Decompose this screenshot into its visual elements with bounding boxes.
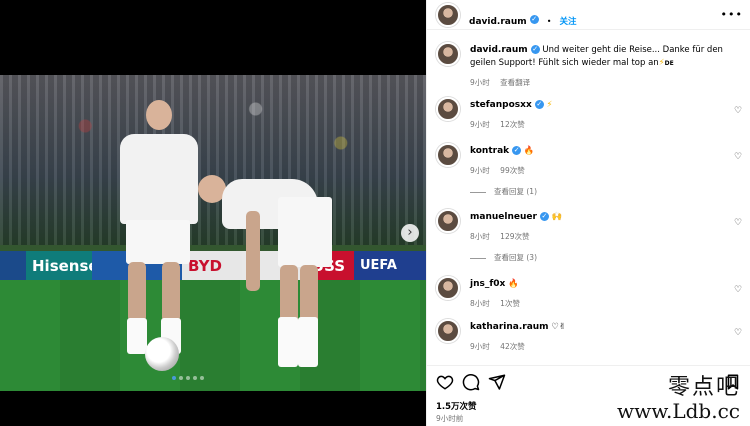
carousel-dot — [186, 376, 190, 380]
avatar[interactable] — [436, 209, 460, 233]
flag-de: DE — [664, 60, 674, 67]
post-media-pane: Hisense BYD USS UEFA EUR — [0, 0, 426, 426]
carousel-dot — [172, 376, 176, 380]
avatar[interactable] — [436, 276, 460, 300]
comment-likes[interactable]: 1次赞 — [500, 299, 520, 308]
comment-time: 9小时 — [470, 120, 490, 129]
comment-username[interactable]: kontrak — [470, 146, 509, 156]
view-replies-link[interactable]: 查看回复 (3) — [470, 252, 537, 263]
comment-likes[interactable]: 99次赞 — [500, 166, 525, 175]
comment-emoji: ♡✌ — [551, 322, 567, 332]
comment-username[interactable]: stefanposxx — [470, 100, 532, 110]
translate-link[interactable]: 查看翻译 — [500, 78, 530, 87]
post-header: david.raum ✓ • 关注 ••• — [427, 0, 750, 30]
player-bending — [196, 167, 346, 377]
comment-time: 9小时 — [470, 342, 490, 351]
player-standing — [110, 100, 210, 370]
like-heart-icon[interactable]: ♡ — [733, 152, 743, 162]
comment-likes[interactable]: 129次赞 — [500, 232, 529, 241]
like-heart-icon[interactable] — [436, 373, 454, 391]
view-replies-link[interactable]: 查看回复 (1) — [470, 186, 537, 197]
post-side-panel: david.raum ✓ • 关注 ••• david.raum ✓ Und wei… — [426, 0, 750, 426]
comment-emoji: 🙌 — [551, 212, 563, 222]
carousel-dot — [179, 376, 183, 380]
comment-time: 8小时 — [470, 232, 490, 241]
watermark: 零点吧 www.Ldb.cc — [617, 375, 740, 423]
comment-bubble-icon[interactable] — [462, 373, 480, 391]
comment-username[interactable]: manuelneuer — [470, 212, 537, 222]
chevron-right-icon[interactable]: › — [401, 224, 419, 242]
comment-time: 9小时 — [470, 166, 490, 175]
avatar[interactable] — [436, 143, 460, 167]
like-heart-icon[interactable]: ♡ — [733, 285, 743, 295]
watermark-cn: 零点吧 — [667, 375, 740, 400]
likes-count[interactable]: 1.5万次赞 — [436, 400, 477, 412]
comment-emoji: 🔥 — [508, 279, 519, 289]
comment-username[interactable]: katharina.raum — [470, 322, 549, 332]
ad-board-hisense: Hisense — [26, 251, 99, 281]
avatar[interactable] — [436, 319, 460, 343]
comment-time: 8小时 — [470, 299, 490, 308]
carousel-dot — [200, 376, 204, 380]
comments-list: david.raum ✓ Und weiter geht die Reise...… — [427, 30, 750, 365]
verified-badge-icon: ✓ — [539, 212, 549, 221]
avatar[interactable] — [436, 3, 460, 27]
ad-board-edge — [0, 251, 26, 281]
avatar[interactable] — [436, 42, 460, 66]
share-paper-plane-icon[interactable] — [488, 373, 506, 391]
verified-badge-icon: ✓ — [530, 45, 540, 54]
follow-button[interactable]: 关注 — [560, 17, 577, 27]
caption-time: 9小时 — [470, 78, 490, 87]
caption-username[interactable]: david.raum — [470, 45, 528, 55]
avatar[interactable] — [436, 97, 460, 121]
verified-badge-icon: ✓ — [512, 146, 522, 155]
like-heart-icon[interactable]: ♡ — [733, 218, 743, 228]
post-time: 9小时前 — [436, 414, 464, 423]
comment-likes[interactable]: 12次赞 — [500, 120, 525, 129]
like-heart-icon[interactable]: ♡ — [733, 106, 743, 116]
watermark-url: www.Ldb.cc — [617, 399, 740, 423]
verified-badge-icon: ✓ — [534, 100, 544, 109]
carousel-dots — [172, 376, 204, 380]
comment-emoji: 🔥 — [523, 146, 535, 156]
comment-username[interactable]: jns_f0x — [470, 279, 505, 289]
comment-emoji: ⚡ — [546, 100, 553, 110]
more-options-icon[interactable]: ••• — [721, 8, 743, 21]
ad-board-uefa: UEFA EUR — [354, 251, 426, 303]
author-username[interactable]: david.raum — [469, 17, 527, 27]
football — [145, 337, 179, 371]
comment-likes[interactable]: 42次赞 — [500, 342, 525, 351]
carousel-dot — [193, 376, 197, 380]
verified-badge-icon: ✓ — [529, 15, 539, 24]
post-photo[interactable]: Hisense BYD USS UEFA EUR — [0, 75, 426, 391]
like-heart-icon[interactable]: ♡ — [733, 328, 743, 338]
